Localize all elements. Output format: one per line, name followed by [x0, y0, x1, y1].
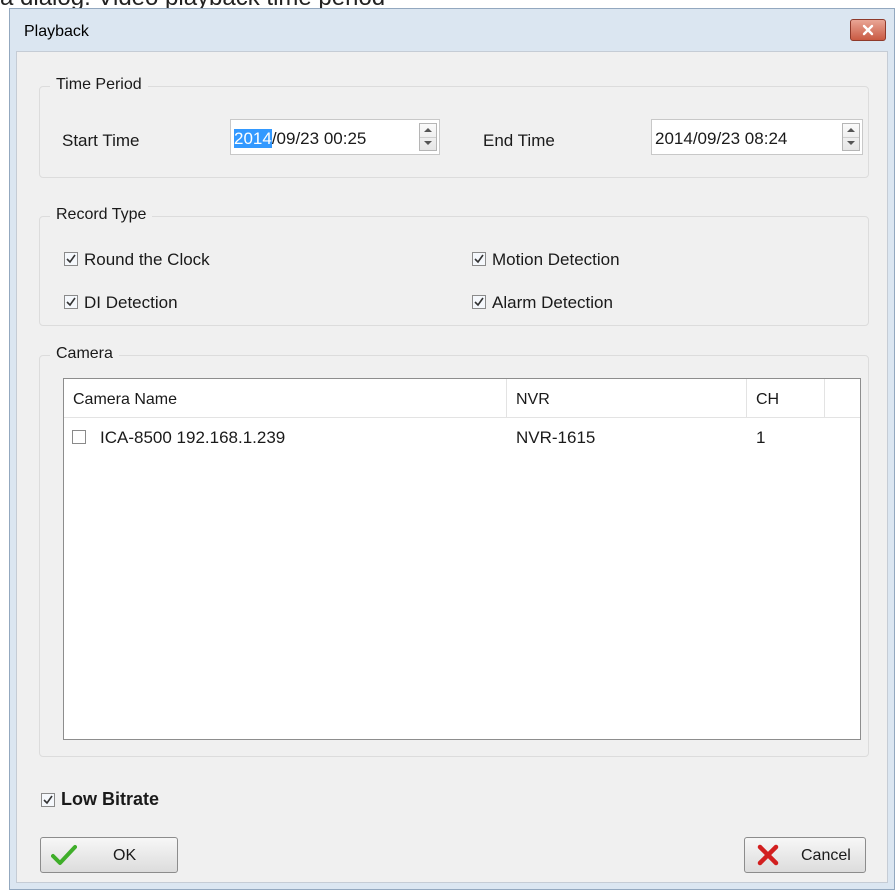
low-bitrate-label: Low Bitrate [61, 789, 160, 809]
checkmark-icon [66, 297, 76, 307]
end-time-picker[interactable]: 2014/09/23 08:24 [651, 119, 863, 155]
start-time-selected-year: 2014 [234, 129, 272, 148]
ok-button[interactable]: OK [40, 837, 178, 873]
spin-down-icon [847, 141, 855, 145]
title-bar: Playback [10, 9, 894, 51]
cancel-button-label: Cancel [801, 847, 851, 864]
playback-dialog: Playback Time Period Start Time 2014/09/… [9, 8, 895, 890]
camera-list[interactable]: Camera Name NVR CH ICA-8500 192.168.1.23… [63, 378, 861, 740]
close-button[interactable] [850, 19, 886, 41]
end-time-spin-up[interactable] [843, 124, 859, 138]
checkmark-icon [474, 254, 484, 264]
column-camera-name[interactable]: Camera Name [64, 379, 507, 417]
end-time-value: 2014/09/23 08:24 [655, 129, 788, 148]
column-nvr[interactable]: NVR [507, 379, 747, 417]
start-time-spinner[interactable] [419, 123, 437, 151]
camera-name-cell: ICA-8500 192.168.1.239 [100, 428, 286, 447]
camera-row-checkbox[interactable] [72, 430, 86, 444]
start-time-label: Start Time [62, 131, 140, 150]
checkmark-icon [66, 254, 76, 264]
di-detection-checkbox[interactable] [64, 295, 78, 309]
round-the-clock-checkbox[interactable] [64, 252, 78, 266]
low-bitrate-checkbox[interactable] [41, 793, 55, 807]
column-ch[interactable]: CH [747, 379, 825, 417]
time-period-label: Time Period [50, 76, 148, 94]
checkmark-icon [474, 297, 484, 307]
start-time-picker[interactable]: 2014/09/23 00:25 [230, 119, 440, 155]
table-row[interactable]: ICA-8500 192.168.1.239 NVR-1615 1 [64, 419, 860, 455]
cancel-button[interactable]: Cancel [744, 837, 866, 873]
record-type-label: Record Type [50, 206, 153, 224]
camera-list-header: Camera Name NVR CH [64, 379, 860, 418]
spin-up-icon [847, 128, 855, 132]
spin-up-icon [424, 128, 432, 132]
alarm-detection-checkbox[interactable] [472, 295, 486, 309]
red-x-icon [757, 844, 779, 866]
start-time-value: 2014/09/23 00:25 [234, 129, 366, 149]
end-time-label: End Time [483, 131, 555, 150]
camera-label: Camera [50, 345, 119, 363]
end-time-spinner[interactable] [842, 123, 860, 151]
start-time-spin-up[interactable] [420, 124, 436, 138]
spin-down-icon [424, 141, 432, 145]
di-detection-label: DI Detection [84, 293, 178, 312]
alarm-detection-label: Alarm Detection [492, 293, 613, 312]
start-time-spin-down[interactable] [420, 137, 436, 150]
motion-detection-label: Motion Detection [492, 250, 620, 269]
window-title: Playback [24, 23, 89, 40]
dialog-body: Time Period Start Time 2014/09/23 00:25 … [16, 51, 888, 883]
start-time-value-rest: /09/23 00:25 [271, 129, 367, 148]
end-time-spin-down[interactable] [843, 137, 859, 150]
ch-cell: 1 [756, 428, 766, 447]
round-the-clock-label: Round the Clock [84, 250, 210, 269]
nvr-cell: NVR-1615 [516, 428, 596, 447]
motion-detection-checkbox[interactable] [472, 252, 486, 266]
checkmark-icon [43, 795, 53, 805]
close-icon [862, 24, 874, 36]
ok-button-label: OK [113, 847, 137, 864]
green-checkmark-icon [51, 845, 77, 865]
